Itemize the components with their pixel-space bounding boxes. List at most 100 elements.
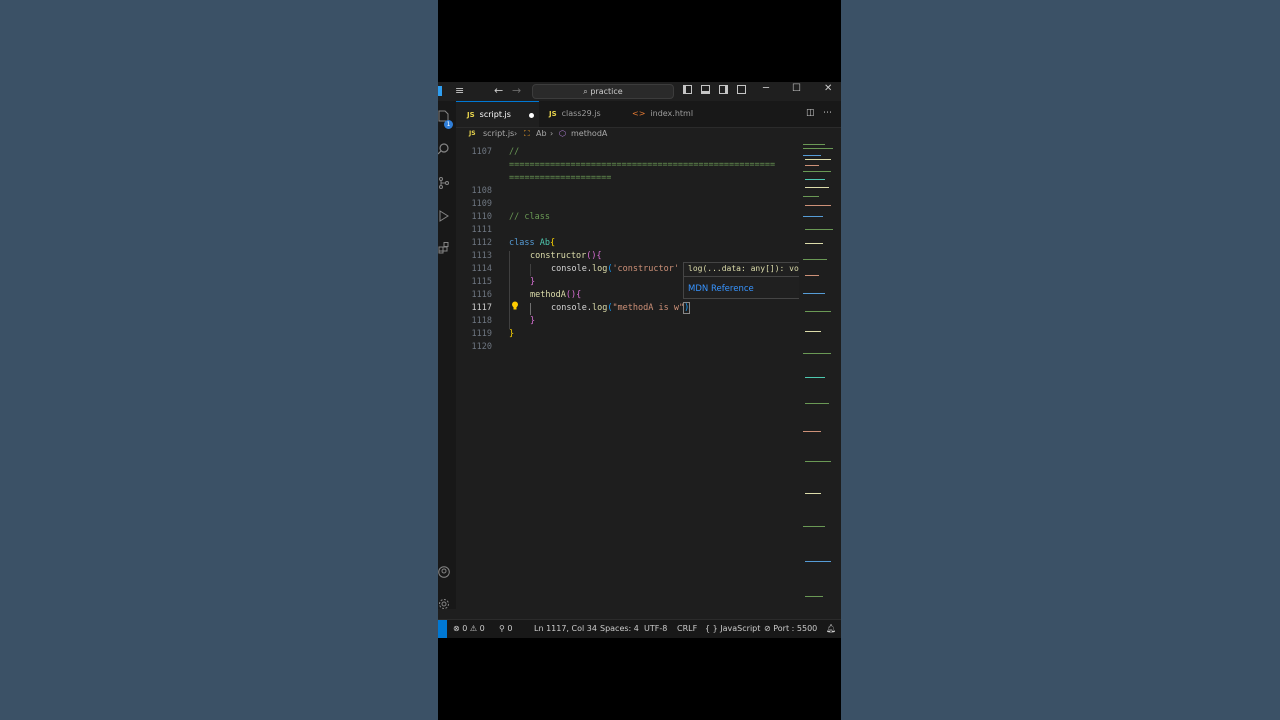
remote-indicator[interactable] xyxy=(438,620,447,638)
error-count: 0 xyxy=(462,624,468,633)
breadcrumb-method[interactable]: methodA xyxy=(571,127,607,141)
command-center-search[interactable]: ⌕ practice xyxy=(532,84,674,99)
object-token: console xyxy=(551,264,587,274)
code-line-1107: // xyxy=(509,147,520,157)
account-icon[interactable] xyxy=(438,566,450,578)
minimap[interactable] xyxy=(799,141,839,609)
encoding[interactable]: UTF-8 xyxy=(644,620,667,638)
tab-class29-js[interactable]: JS class29.js xyxy=(538,101,621,127)
html-file-icon: <> xyxy=(632,109,646,118)
mdn-reference-link[interactable]: MDN Reference xyxy=(688,284,754,294)
split-editor-icon[interactable]: ◫ xyxy=(806,108,815,118)
minimap-line xyxy=(805,561,831,562)
tab-script-js[interactable]: JS script.js xyxy=(456,101,539,127)
problems-indicator[interactable]: ⊗ 0 ⚠ 0 xyxy=(453,620,485,638)
keyword-token: class xyxy=(509,238,535,248)
minimap-line xyxy=(803,196,819,197)
minimap-line xyxy=(803,293,825,294)
brace-token: { xyxy=(549,238,556,248)
breadcrumb-class[interactable]: Ab xyxy=(536,127,547,141)
toggle-secondary-sidebar-icon[interactable] xyxy=(719,85,728,94)
settings-gear-icon[interactable] xyxy=(438,598,450,610)
extensions-icon[interactable] xyxy=(438,242,450,254)
notifications-bell-icon[interactable]: 🔔︎ xyxy=(826,620,836,638)
breadcrumb-file[interactable]: script.js xyxy=(483,127,514,141)
string-token: 'constructor' xyxy=(612,264,679,274)
minimap-line xyxy=(803,171,831,172)
close-icon[interactable]: ✕ xyxy=(824,83,832,94)
language-mode[interactable]: { } JavaScript xyxy=(705,620,760,638)
source-control-icon[interactable] xyxy=(438,177,450,189)
video-frame: ≡ ← → ⌕ practice ─ ☐ ✕ 1 JS script.js JS… xyxy=(438,0,841,720)
live-server-port[interactable]: ⊘ Port : 5500 xyxy=(764,620,817,638)
tab-index-html[interactable]: <> index.html xyxy=(621,101,706,127)
toggle-primary-sidebar-icon[interactable] xyxy=(683,85,692,94)
run-debug-icon[interactable] xyxy=(438,210,450,222)
brace-token: { xyxy=(596,251,602,261)
minimap-line xyxy=(805,493,821,494)
search-icon[interactable] xyxy=(438,143,450,155)
indent-guide-active xyxy=(530,303,531,315)
customize-layout-icon[interactable] xyxy=(737,85,746,94)
chevron-right-icon: › xyxy=(550,129,554,138)
function-token: constructor xyxy=(530,251,587,261)
tab-label: script.js xyxy=(479,110,511,119)
unsaved-dot-icon[interactable] xyxy=(529,113,534,118)
function-token: methodA xyxy=(530,290,566,300)
line-number-current: 1117 xyxy=(471,303,492,313)
back-arrow-icon[interactable]: ← xyxy=(494,84,503,97)
paren-token: () xyxy=(586,251,597,261)
minimap-line xyxy=(805,275,819,276)
code-line-1116: methodA(){ xyxy=(530,290,581,300)
indentation[interactable]: Spaces: 4 xyxy=(600,620,639,638)
line-number: 1118 xyxy=(471,316,492,326)
paren-close-token: ) xyxy=(683,302,691,314)
vscode-window: ≡ ← → ⌕ practice ─ ☐ ✕ 1 JS script.js JS… xyxy=(438,82,841,638)
minimap-line xyxy=(805,229,833,230)
port-label: Port : 5500 xyxy=(773,624,818,633)
minimap-line xyxy=(805,243,823,244)
line-number: 1113 xyxy=(471,251,492,261)
end-of-line[interactable]: CRLF xyxy=(677,620,697,638)
forward-arrow-icon[interactable]: → xyxy=(512,84,521,97)
hamburger-menu-icon[interactable]: ≡ xyxy=(455,84,464,97)
tab-label: index.html xyxy=(650,109,694,118)
toggle-panel-icon[interactable] xyxy=(701,85,710,94)
minimize-icon[interactable]: ─ xyxy=(763,83,769,94)
line-number: 1114 xyxy=(471,264,492,274)
class-icon: ⛶ xyxy=(524,129,530,138)
method-icon: ⬡ xyxy=(559,129,566,138)
minimap-line xyxy=(805,159,831,160)
code-line-1107-wrap: ========================================… xyxy=(509,160,776,170)
code-line-1110: // class xyxy=(509,212,550,222)
activity-bar: 1 xyxy=(438,101,456,609)
warning-icon: ⚠ xyxy=(469,624,480,633)
code-line-1113: constructor(){ xyxy=(530,251,602,261)
explorer-badge: 1 xyxy=(444,120,453,129)
minimap-line xyxy=(803,155,821,156)
ports-indicator[interactable]: ⚲ 0 xyxy=(499,620,513,638)
maximize-icon[interactable]: ☐ xyxy=(792,83,801,94)
lightbulb-icon[interactable] xyxy=(511,301,519,310)
minimap-line xyxy=(805,165,819,166)
minimap-line xyxy=(803,353,831,354)
minimap-line xyxy=(805,205,831,206)
line-number: 1108 xyxy=(471,186,492,196)
minimap-line xyxy=(805,461,831,462)
minimap-line xyxy=(803,259,827,260)
cursor-position[interactable]: Ln 1117, Col 34 xyxy=(534,620,597,638)
minimap-line xyxy=(803,431,821,432)
indent-guide xyxy=(509,251,510,329)
function-signature: log(...data: any[]): void xyxy=(688,264,809,273)
more-actions-icon[interactable]: ⋯ xyxy=(823,108,832,118)
editor-tabs: JS script.js JS class29.js <> index.html ◫ … xyxy=(456,101,841,128)
search-text: practice xyxy=(590,87,623,96)
minimap-line xyxy=(805,377,825,378)
code-editor[interactable]: 1107 1108 1109 1110 1111 1112 1113 1114 … xyxy=(456,144,796,609)
line-number: 1111 xyxy=(471,225,492,235)
chevron-right-icon: › xyxy=(514,129,518,138)
function-token: log xyxy=(591,303,608,313)
line-number: 1110 xyxy=(471,212,492,222)
minimap-line xyxy=(803,526,825,527)
line-number: 1112 xyxy=(471,238,492,248)
